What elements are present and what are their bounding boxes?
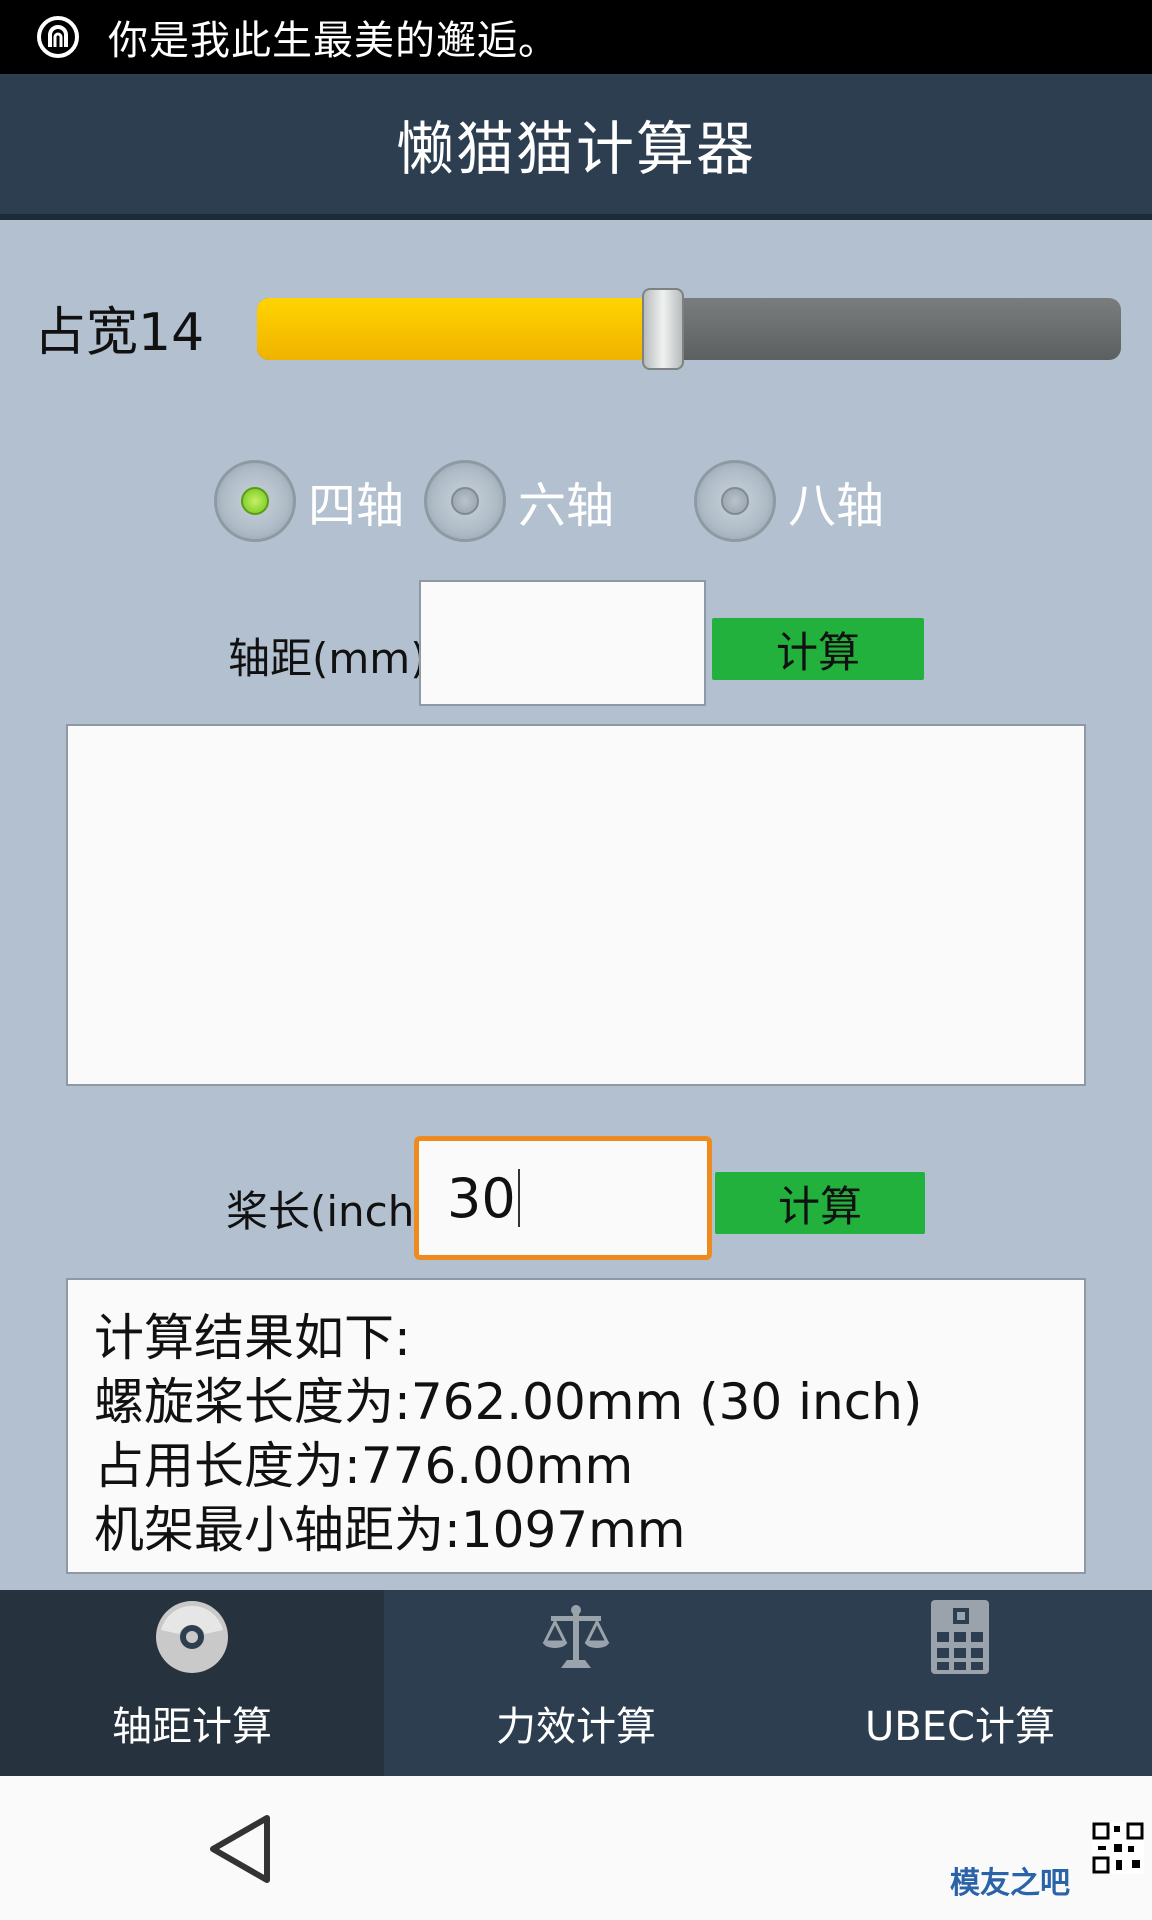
system-nav-bar: 模友之吧: [0, 1776, 1152, 1920]
wheelbase-label: 轴距(mm): [228, 634, 427, 683]
slider-fill: [257, 298, 664, 360]
result-line: 螺旋桨长度为:762.00mm (30 inch): [94, 1373, 923, 1431]
calculator-icon: [931, 1600, 989, 1674]
back-icon[interactable]: [205, 1812, 275, 1886]
radio-circle[interactable]: [694, 460, 776, 542]
prop-length-input[interactable]: 30: [414, 1136, 712, 1260]
nav-label: 力效计算: [496, 1704, 656, 1750]
radio-circle[interactable]: [424, 460, 506, 542]
radio-hex[interactable]: 六轴: [424, 458, 614, 544]
wheelbase-result-panel: [66, 724, 1086, 1086]
radio-dot: [721, 487, 749, 515]
nav-label: 轴距计算: [112, 1704, 272, 1750]
radio-label-hex: 六轴: [518, 478, 615, 534]
status-bar: 你是我此生最美的邂逅。: [0, 0, 1152, 74]
qr-code-icon: [1092, 1822, 1144, 1874]
radio-label-octo: 八轴: [788, 478, 885, 534]
radio-label-quad: 四轴: [308, 478, 405, 534]
text-caret: [517, 1169, 520, 1227]
radio-circle[interactable]: [214, 460, 296, 542]
slider-label: 占宽14: [34, 303, 205, 363]
wheelbase-calc-button[interactable]: 计算: [712, 618, 924, 680]
watermark: 模友之吧: [950, 1866, 1070, 1901]
prop-calc-button[interactable]: 计算: [715, 1172, 925, 1234]
nav-label: UBEC计算: [865, 1704, 1055, 1750]
nav-item-efficiency[interactable]: 力效计算: [384, 1590, 768, 1776]
result-panel: 计算结果如下: 螺旋桨长度为:762.00mm (30 inch) 占用长度为:…: [66, 1278, 1086, 1574]
radio-octo[interactable]: 八轴: [694, 458, 884, 544]
bottom-nav: 轴距计算 力效计算 UBEC计算: [0, 1590, 1152, 1776]
prop-length-input-value: 30: [447, 1166, 516, 1230]
radio-quad[interactable]: 四轴: [214, 458, 404, 544]
status-bar-text: 你是我此生最美的邂逅。: [108, 18, 559, 64]
scale-icon: [542, 1605, 610, 1668]
result-line: 计算结果如下:: [94, 1309, 411, 1367]
prop-length-label: 桨长(inch): [226, 1187, 431, 1236]
nav-item-wheelbase[interactable]: 轴距计算: [0, 1590, 384, 1776]
disc-icon: [156, 1601, 228, 1673]
nav-item-ubec[interactable]: UBEC计算: [768, 1590, 1152, 1776]
slider-thumb[interactable]: [642, 288, 685, 370]
radio-dot: [451, 487, 479, 515]
result-line: 占用长度为:776.00mm: [94, 1437, 634, 1495]
result-line: 机架最小轴距为:1097mm: [94, 1501, 686, 1559]
wheelbase-input[interactable]: [419, 580, 706, 706]
app-notification-icon: [37, 16, 79, 58]
radio-dot: [241, 487, 269, 515]
page-title: 懒猫猫计算器: [0, 74, 1152, 220]
width-slider[interactable]: [257, 288, 1121, 370]
